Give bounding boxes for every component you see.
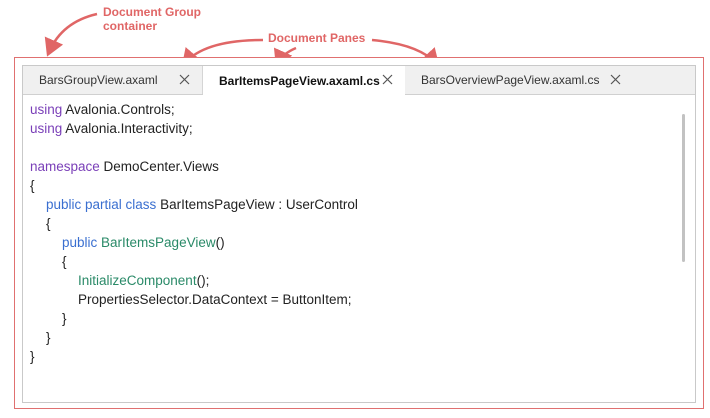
- close-icon[interactable]: [382, 74, 393, 85]
- document-group-container: BarsGroupView.axaml BarItemsPageView.axa…: [14, 57, 704, 409]
- arrow-to-group: [44, 12, 98, 57]
- callout-document-group: Document Group container: [103, 5, 201, 33]
- code-line: {: [62, 254, 67, 269]
- code-line: }: [46, 330, 51, 345]
- callout-group-line1: Document Group: [103, 5, 201, 19]
- code-line: {: [30, 178, 35, 193]
- code-line: public partial class BarItemsPageView : …: [46, 197, 358, 212]
- tab-bars-group-view[interactable]: BarsGroupView.axaml: [23, 66, 203, 94]
- code-line: InitializeComponent();: [78, 273, 210, 288]
- callout-document-panes: Document Panes: [268, 31, 366, 45]
- close-icon[interactable]: [179, 74, 190, 85]
- tab-label: BarsGroupView.axaml: [39, 73, 158, 87]
- tab-label: BarItemsPageView.axaml.cs: [219, 73, 380, 88]
- document-pane-frame: BarsGroupView.axaml BarItemsPageView.axa…: [22, 65, 696, 403]
- code-line: namespace DemoCenter.Views: [30, 159, 219, 174]
- vertical-scrollbar[interactable]: [682, 114, 685, 262]
- tab-bar-items-page-view[interactable]: BarItemsPageView.axaml.cs: [203, 66, 405, 95]
- code-line: }: [62, 311, 67, 326]
- code-editor[interactable]: using Avalonia.Controls; using Avalonia.…: [23, 95, 695, 402]
- code-line: public BarItemsPageView(): [62, 235, 225, 250]
- code-line: using Avalonia.Interactivity;: [30, 121, 193, 136]
- code-line: {: [46, 216, 51, 231]
- code-line: using Avalonia.Controls;: [30, 102, 175, 117]
- code-text: using Avalonia.Controls; using Avalonia.…: [30, 100, 358, 366]
- tab-bars-overview-page-view[interactable]: BarsOverviewPageView.axaml.cs: [405, 66, 633, 94]
- tab-label: BarsOverviewPageView.axaml.cs: [421, 73, 600, 87]
- code-line: }: [30, 349, 35, 364]
- tab-strip: BarsGroupView.axaml BarItemsPageView.axa…: [23, 66, 695, 95]
- close-icon[interactable]: [610, 74, 621, 85]
- code-line: PropertiesSelector.DataContext = ButtonI…: [78, 292, 352, 307]
- callout-group-line2: container: [103, 19, 158, 33]
